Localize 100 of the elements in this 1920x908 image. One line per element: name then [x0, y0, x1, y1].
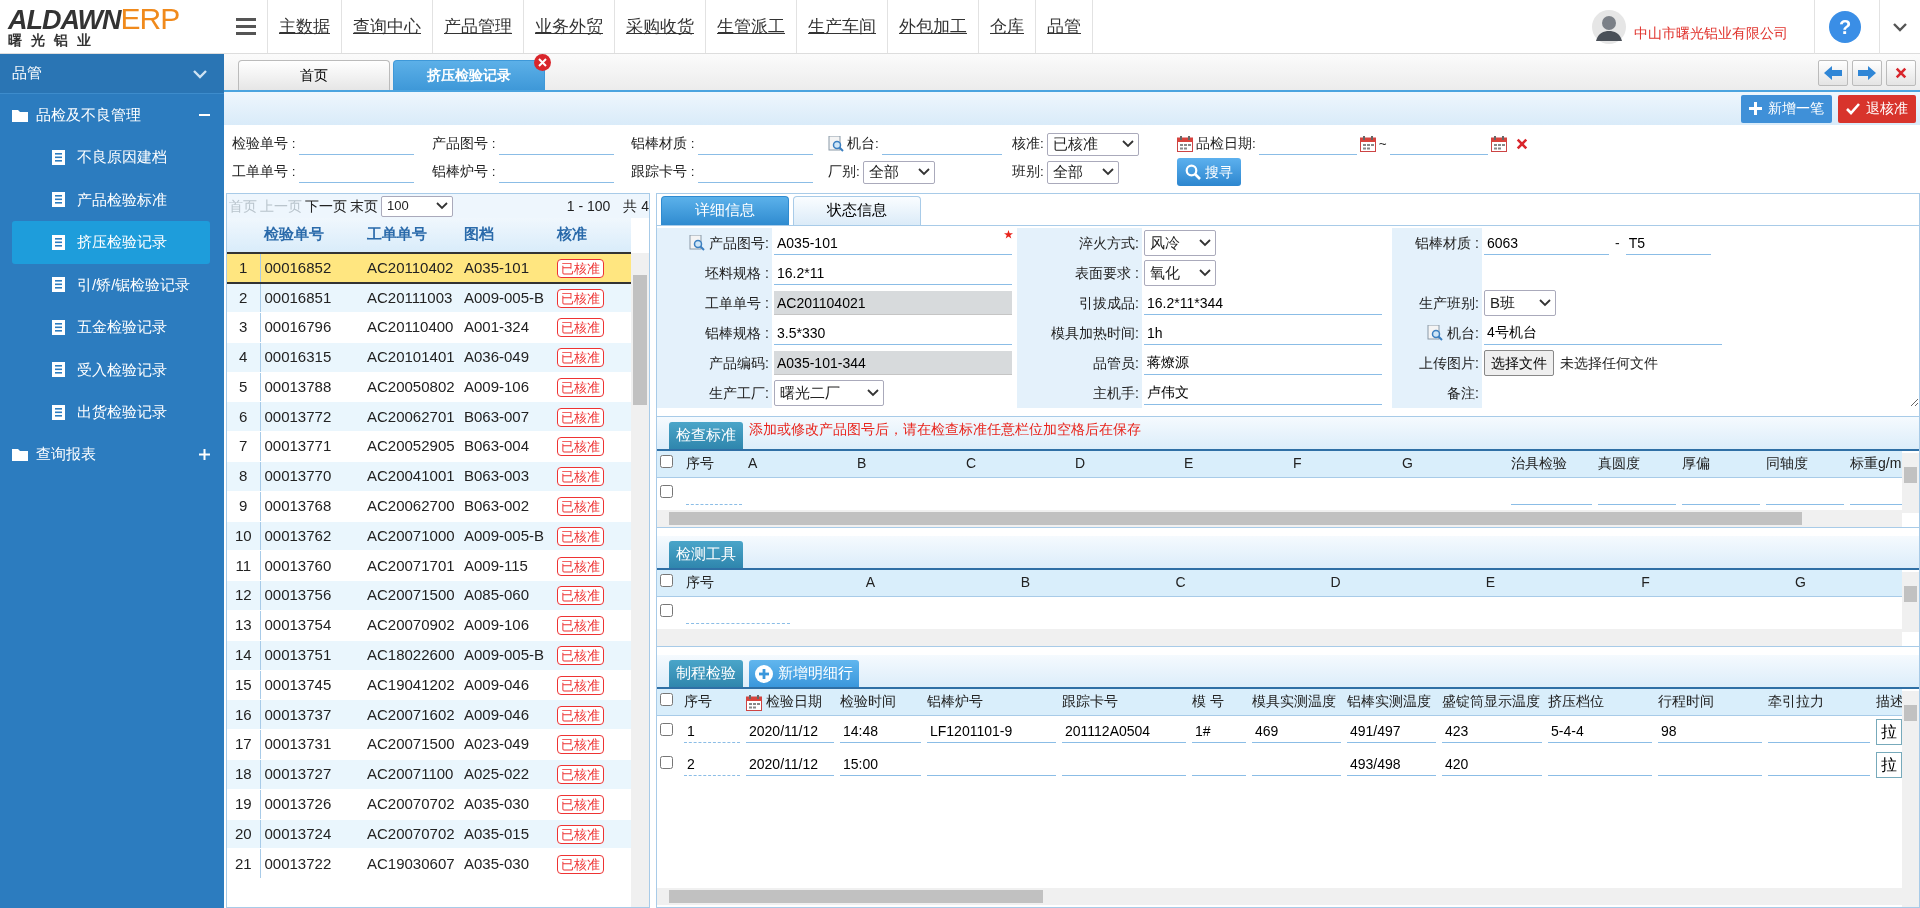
menu-item[interactable]: 仓库 [979, 0, 1036, 53]
table-row[interactable]: 10 00013762 AC20071000 A009-005-B 已核准 [227, 521, 631, 551]
chevron-down-icon[interactable] [1892, 21, 1908, 32]
sidebar-item[interactable]: 引/矫/锯检验记录 [12, 263, 210, 306]
scrollbar[interactable] [1902, 691, 1919, 907]
status-tag: 已核准 [557, 318, 604, 338]
table-row[interactable]: 6 00013772 AC20062701 B063-007 已核准 [227, 402, 631, 432]
readonly-field[interactable]: AC201104021 [774, 291, 1012, 315]
choose-file-button[interactable]: 选择文件 [1484, 350, 1554, 376]
table-row[interactable]: 5 00013788 AC20050802 A009-106 已核准 [227, 372, 631, 402]
table-row[interactable]: 1 00016852 AC20110402 A035-101 已核准 [227, 253, 631, 283]
revoke-button[interactable]: 退核准 [1838, 94, 1916, 123]
clear-icon[interactable] [1515, 138, 1528, 150]
dropdown[interactable]: 全部 [1046, 160, 1119, 184]
table-cell: 00013770 [264, 467, 332, 485]
dropdown[interactable]: 曙光二厂 [774, 380, 884, 406]
table-row[interactable]: 4 00016315 AC20101401 A036-049 已核准 [227, 342, 631, 373]
menu-item[interactable]: 生产车间 [797, 0, 888, 53]
select-all-checkbox[interactable] [660, 455, 673, 469]
dropdown[interactable]: 已核准 [1046, 132, 1139, 156]
description-button[interactable]: 拉 [1876, 751, 1902, 778]
menu-item[interactable]: 外包加工 [888, 0, 979, 53]
sidebar-item[interactable]: 受入检验记录 [12, 348, 210, 391]
pager-link[interactable]: 末页 [350, 195, 378, 217]
range-separator: - [1615, 233, 1620, 253]
status-tag: 已核准 [557, 854, 604, 874]
column-header: A [748, 455, 758, 472]
tab[interactable]: 状态信息 [793, 196, 921, 225]
table-row[interactable]: 8 00013770 AC20041001 B063-003 已核准 [227, 461, 631, 492]
table-cell: A009-106 [464, 616, 530, 634]
sidebar-item[interactable]: 五金检验记录 [12, 306, 210, 349]
sidebar-group[interactable]: 品检及不良管理 [36, 103, 141, 127]
table-row[interactable]: 9 00013768 AC20062700 B063-002 已核准 [227, 491, 631, 522]
scrollbar[interactable] [657, 510, 1902, 527]
scrollbar[interactable] [657, 629, 1902, 646]
readonly-field[interactable]: A035-101-344 [774, 351, 1012, 375]
previous-tab-button[interactable] [1818, 60, 1848, 86]
table-cell: 00013722 [264, 854, 332, 872]
menu-item[interactable]: 品管 [1036, 0, 1093, 53]
table-cell: 00013756 [264, 586, 332, 604]
expand-icon[interactable] [199, 449, 210, 460]
menu-icon[interactable] [235, 18, 256, 35]
menu-item[interactable]: 采购收货 [615, 0, 706, 53]
table-row[interactable]: 13 00013754 AC20070902 A009-106 已核准 [227, 610, 631, 641]
column-header: 序号 [686, 455, 714, 472]
table-row[interactable]: 11 00013760 AC20071701 A009-115 已核准 [227, 550, 631, 581]
page-size-dropdown[interactable]: 100 [381, 195, 453, 217]
table-row[interactable]: 12 00013756 AC20071500 A085-060 已核准 [227, 580, 631, 611]
close-all-button[interactable] [1886, 60, 1916, 86]
sidebar-group[interactable]: 查询报表 [36, 443, 96, 466]
table-cell: 00013760 [264, 556, 332, 574]
document-icon [52, 149, 65, 165]
dropdown[interactable]: 全部 [862, 160, 935, 184]
table-cell: AC20062701 [367, 407, 455, 425]
status-tag: 已核准 [557, 377, 604, 397]
plus-icon [1749, 102, 1762, 115]
checkbox[interactable] [660, 756, 673, 769]
next-tab-button[interactable] [1852, 60, 1882, 86]
sidebar-item[interactable]: 不良原因建档 [12, 136, 210, 179]
table-row[interactable]: 19 00013726 AC20070702 A035-030 已核准 [227, 789, 631, 820]
menu-item[interactable]: 主数据 [268, 0, 342, 53]
menu-item[interactable]: 生管派工 [706, 0, 797, 53]
dropdown[interactable]: 氧化 [1144, 260, 1216, 286]
table-row[interactable]: 20 00013724 AC20070702 A035-015 已核准 [227, 819, 631, 849]
status-tag: 已核准 [557, 765, 604, 785]
scrollbar[interactable] [657, 888, 1902, 905]
menu-item[interactable]: 查询中心 [342, 0, 433, 53]
table-row[interactable]: 18 00013727 AC20071100 A025-022 已核准 [227, 759, 631, 790]
close-icon[interactable] [534, 54, 551, 71]
table-row[interactable]: 16 00013737 AC20071602 A009-046 已核准 [227, 699, 631, 730]
sidebar-item[interactable]: 产品检验标准 [12, 178, 210, 221]
field-label: 铝棒规格 : [705, 323, 769, 343]
sidebar-item[interactable]: 出货检验记录 [12, 391, 210, 434]
select-all-checkbox[interactable] [660, 693, 673, 707]
dropdown[interactable]: B班 [1484, 290, 1556, 316]
description-button[interactable]: 拉 [1876, 718, 1902, 745]
table-cell: A009-046 [464, 705, 530, 723]
table-row[interactable]: 2 00016851 AC20111003 A009-005-B 已核准 [227, 282, 631, 313]
table-cell: 00013754 [264, 616, 332, 634]
checkbox[interactable] [660, 485, 673, 499]
table-row[interactable]: 3 00016796 AC20110400 A001-324 已核准 [227, 312, 631, 343]
table-cell: 00013772 [264, 407, 332, 425]
menu-item[interactable]: 产品管理 [433, 0, 524, 53]
table-row[interactable]: 7 00013771 AC20052905 B063-004 已核准 [227, 431, 631, 462]
scrollbar[interactable] [1902, 453, 1919, 513]
select-all-checkbox[interactable] [660, 574, 673, 588]
table-row[interactable]: 21 00013722 AC19030607 A035-030 已核准 [227, 848, 631, 879]
checkbox[interactable] [660, 723, 673, 737]
dropdown[interactable]: 风冷 [1144, 230, 1216, 256]
scrollbar[interactable] [631, 253, 649, 907]
table-row[interactable]: 17 00013731 AC20071500 A023-049 已核准 [227, 729, 631, 760]
row-number: 5 [239, 377, 248, 395]
caret-icon [436, 202, 448, 210]
table-row[interactable]: 15 00013745 AC19041202 A009-046 已核准 [227, 670, 631, 700]
scrollbar[interactable] [1902, 572, 1919, 632]
table-row[interactable]: 14 00013751 AC18022600 A009-005-B 已核准 [227, 640, 631, 671]
checkbox[interactable] [660, 604, 673, 618]
tab[interactable]: 首页 [238, 60, 390, 90]
pager-link[interactable]: 下一页 [305, 195, 347, 217]
menu-item[interactable]: 业务外贸 [524, 0, 615, 53]
